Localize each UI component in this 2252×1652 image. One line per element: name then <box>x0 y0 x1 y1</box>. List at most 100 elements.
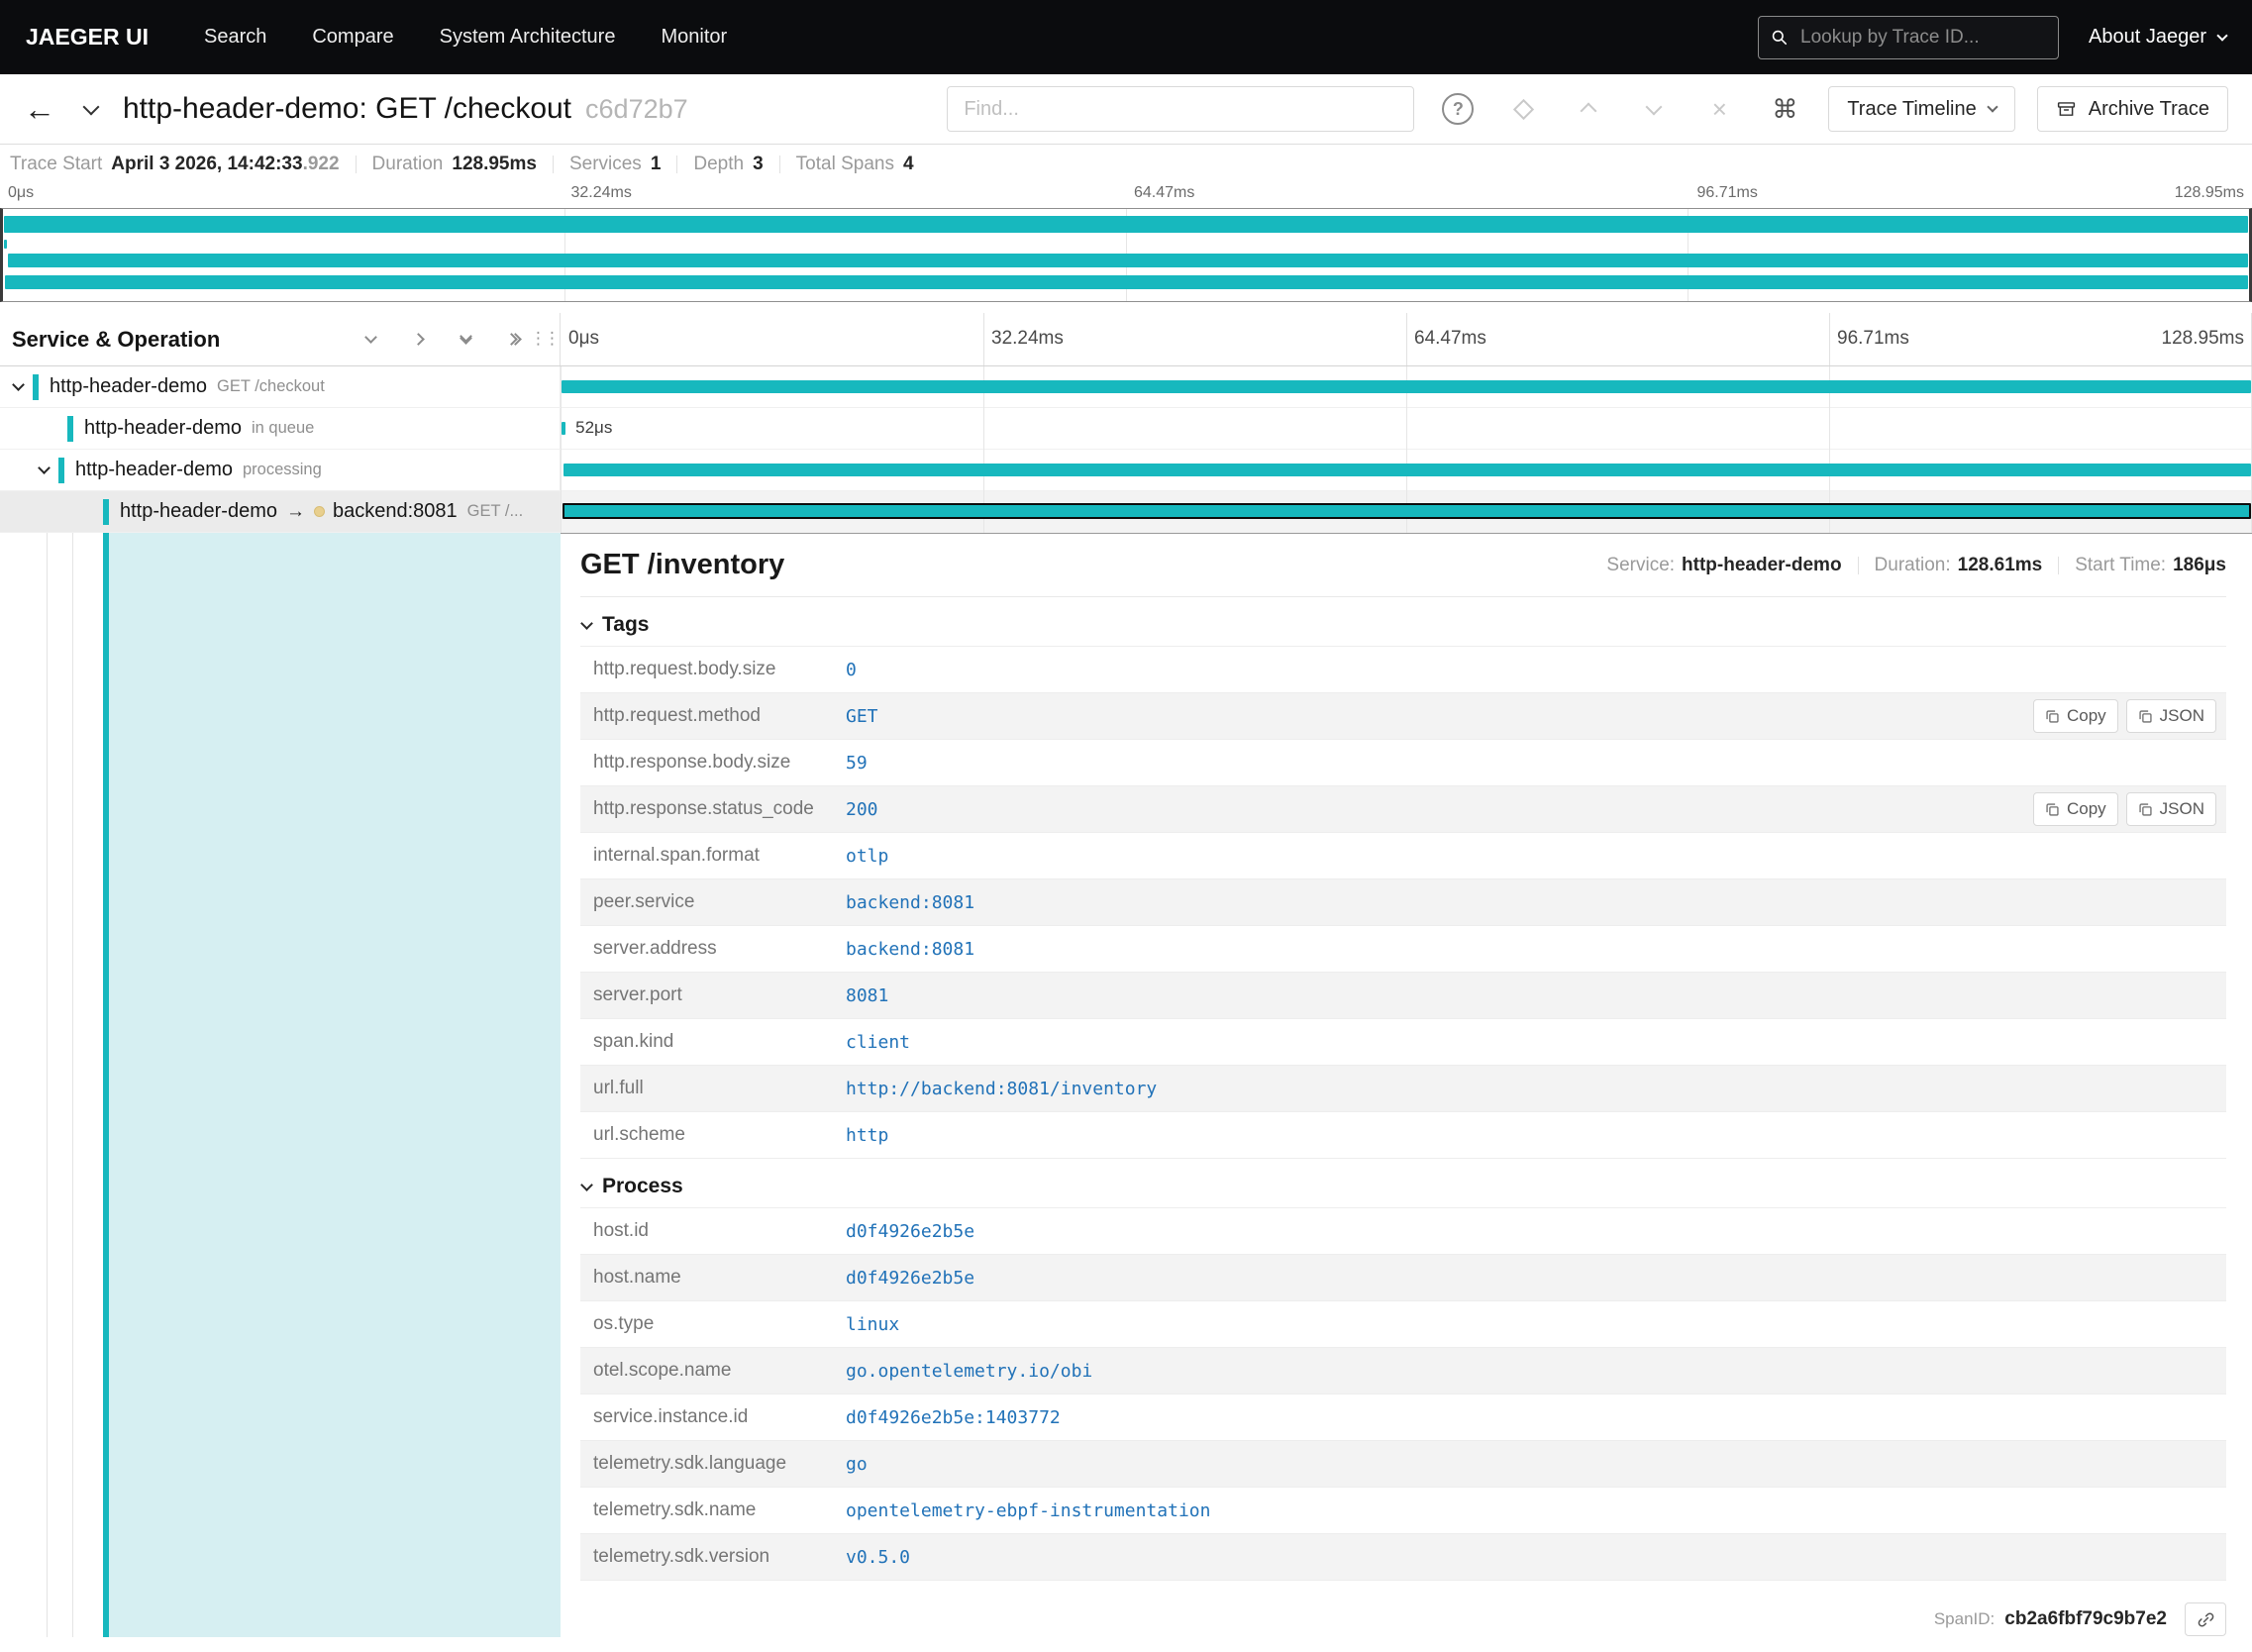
kv-key: host.name <box>593 1267 681 1288</box>
time-tick-label: 128.95ms <box>2161 328 2244 349</box>
collapse-one-button[interactable] <box>359 329 381 351</box>
copy-span-link-button[interactable] <box>2185 1602 2226 1636</box>
trace-view-label: Trace Timeline <box>1847 97 1977 120</box>
nav-item-system-architecture[interactable]: System Architecture <box>440 26 616 49</box>
clear-search-button[interactable]: × <box>1701 91 1737 127</box>
service-name: http-header-demo <box>84 417 242 439</box>
trace-view-selector[interactable]: Trace Timeline <box>1828 86 2015 132</box>
span-detail-row-highlight[interactable] <box>109 533 561 1637</box>
focus-match-button[interactable] <box>1505 91 1541 127</box>
copy-icon <box>2138 709 2153 724</box>
process-section-title: Process <box>602 1175 683 1197</box>
collapse-all-button[interactable] <box>455 329 476 351</box>
kv-value: go <box>846 1453 868 1475</box>
kv-row: internal.span.format otlp <box>580 833 2226 879</box>
expand-all-button[interactable] <box>502 329 524 351</box>
span-name-cell[interactable]: http-header-demo → backend:8081 GET /... <box>0 491 561 532</box>
span-bar[interactable] <box>562 503 2252 519</box>
span-list-header: Service & Operation ⋮⋮ <box>0 313 561 365</box>
collapse-trace-header-button[interactable] <box>82 98 100 118</box>
nav-item-compare[interactable]: Compare <box>312 26 393 49</box>
prev-match-button[interactable] <box>1571 91 1606 127</box>
span-name-cell[interactable]: http-header-demo in queue <box>0 408 561 449</box>
gridline <box>983 313 984 365</box>
kv-value: http <box>846 1124 889 1146</box>
kv-key: url.full <box>593 1078 644 1098</box>
span-detail-meta: Service: http-header-demo Duration: 128.61m… <box>1606 555 2226 576</box>
trace-summary-bar: Trace Start April 3 2026, 14:42:33.922 Dur… <box>0 145 2252 184</box>
operation-name: processing <box>242 461 322 478</box>
copy-value-button[interactable]: Copy <box>2032 699 2118 733</box>
help-button[interactable]: ? <box>1440 91 1476 127</box>
peer-service-color-dot <box>313 506 325 517</box>
archive-trace-button[interactable]: Archive Trace <box>2036 86 2228 132</box>
next-match-button[interactable] <box>1636 91 1672 127</box>
span-bar[interactable] <box>561 422 565 435</box>
meta-value: http-header-demo <box>1682 554 1842 575</box>
minimap-span-bar <box>7 254 2248 267</box>
chevron-down-icon[interactable] <box>38 462 51 474</box>
span-row[interactable]: http-header-demo GET /checkout <box>0 366 2252 408</box>
span-rows: http-header-demo GET /checkout http-header… <box>0 366 2252 533</box>
minimap-span-bar <box>5 275 2248 289</box>
kv-key: internal.span.format <box>593 845 760 866</box>
back-button[interactable]: ← <box>24 93 67 125</box>
gridline <box>1829 313 1830 365</box>
span-detail-gutter <box>0 533 561 1637</box>
about-jaeger-menu[interactable]: About Jaeger <box>2089 26 2228 49</box>
tags-section-toggle[interactable]: Tags <box>580 613 2226 637</box>
span-name-cell[interactable]: http-header-demo processing <box>0 450 561 490</box>
span-timeline-cell[interactable] <box>561 366 2252 407</box>
expand-one-button[interactable] <box>407 329 429 351</box>
service-name: http-header-demo <box>75 459 233 480</box>
kv-row: otel.scope.name go.opentelemetry.io/obi <box>580 1348 2226 1394</box>
kv-value: v0.5.0 <box>846 1546 911 1568</box>
tags-section-title: Tags <box>602 613 650 636</box>
service-color-stripe <box>67 415 73 442</box>
trace-id-search-input[interactable] <box>1758 15 2060 59</box>
process-section-toggle[interactable]: Process <box>580 1175 2226 1198</box>
nav-item-monitor[interactable]: Monitor <box>661 26 727 49</box>
meta-label: Start Time: <box>2075 554 2167 575</box>
summary-label: Total Spans <box>795 154 894 174</box>
trace-id-short: c6d72b7 <box>585 93 688 124</box>
kv-key: host.id <box>593 1220 649 1241</box>
copy-json-button[interactable]: JSON <box>2125 699 2216 733</box>
nav-item-search[interactable]: Search <box>204 26 266 49</box>
service-color-stripe <box>103 498 109 525</box>
kv-row: telemetry.sdk.name opentelemetry-ebpf-ins… <box>580 1488 2226 1534</box>
kv-key: telemetry.sdk.version <box>593 1546 770 1567</box>
span-timeline-cell[interactable] <box>561 450 2252 490</box>
chevron-down-icon[interactable] <box>12 378 25 391</box>
jaeger-trace-page: JAEGER UI Search Compare System Architectu… <box>0 0 2252 1652</box>
column-resizer-grip[interactable]: ⋮⋮ <box>530 329 561 349</box>
span-row[interactable]: http-header-demo → backend:8081 GET /... <box>0 491 2252 533</box>
jaeger-logo[interactable]: JAEGER UI <box>26 24 149 51</box>
copy-icon <box>2045 709 2060 724</box>
copy-json-button[interactable]: JSON <box>2125 792 2216 826</box>
time-tick-label: 32.24ms <box>570 184 632 201</box>
kv-key: service.instance.id <box>593 1406 749 1427</box>
span-name-cell[interactable]: http-header-demo GET /checkout <box>0 366 561 407</box>
kv-row: telemetry.sdk.version v0.5.0 <box>580 1534 2226 1581</box>
span-row[interactable]: http-header-demo in queue 52μs <box>0 408 2252 450</box>
span-timeline-cell[interactable]: 52μs <box>561 408 2252 449</box>
time-tick-label: 96.71ms <box>1696 184 1758 201</box>
kv-value: otlp <box>846 845 889 867</box>
find-input[interactable] <box>947 86 1415 132</box>
meta-value: 128.61ms <box>1957 554 2043 575</box>
span-bar[interactable] <box>563 464 2252 476</box>
minimap-ruler: 0μs 32.24ms 64.47ms 96.71ms 128.95ms <box>0 184 2252 206</box>
summary-label: Duration <box>371 154 444 174</box>
span-bar[interactable] <box>561 380 2252 393</box>
gridline <box>1406 313 1407 365</box>
kv-value: opentelemetry-ebpf-instrumentation <box>846 1499 1211 1521</box>
indent-guide <box>72 533 73 1637</box>
keyboard-shortcuts-button[interactable]: ⌘ <box>1767 91 1802 127</box>
span-timeline-cell[interactable] <box>561 491 2252 532</box>
span-row[interactable]: http-header-demo processing <box>0 450 2252 491</box>
kv-row: host.name d0f4926e2b5e <box>580 1255 2226 1301</box>
minimap-viewport[interactable] <box>0 208 2252 302</box>
copy-value-button[interactable]: Copy <box>2032 792 2118 826</box>
main-nav: Search Compare System Architecture Monitor <box>204 26 727 49</box>
